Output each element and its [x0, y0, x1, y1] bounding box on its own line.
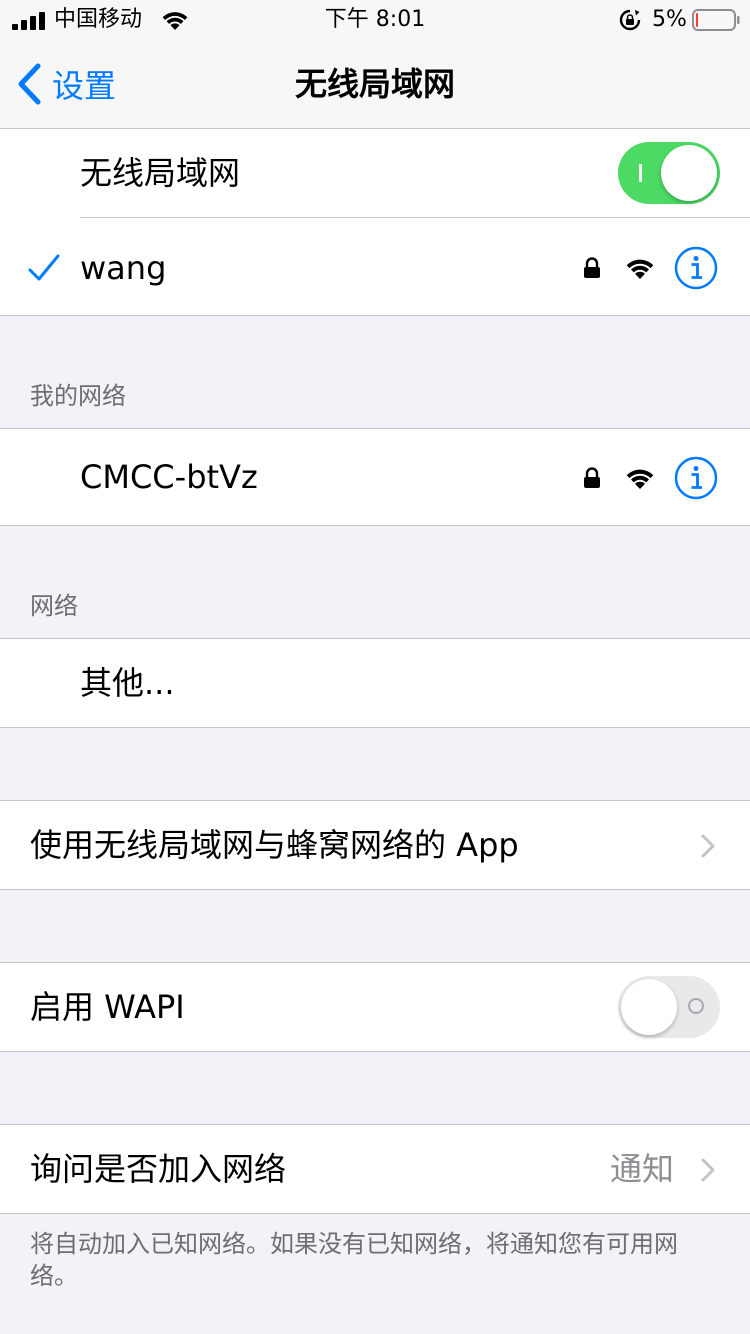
info-icon[interactable]: [674, 246, 718, 290]
section-divider: [0, 889, 750, 890]
toggle-knob: [661, 145, 717, 201]
my-networks-header: 我的网络: [30, 382, 126, 410]
wifi-icon: [626, 259, 654, 279]
wapi-toggle[interactable]: [618, 976, 720, 1038]
battery-percentage: 5%: [652, 7, 687, 32]
ask-to-join-row[interactable]: 询问是否加入网络 通知: [0, 1125, 750, 1213]
rotation-lock-icon: [619, 9, 641, 31]
network-name: CMCC-btVz: [80, 458, 258, 496]
ask-to-join-value: 通知: [610, 1150, 675, 1188]
section-divider: [0, 727, 750, 728]
wapi-label: 启用 WAPI: [30, 988, 185, 1026]
apps-row-label: 使用无线局域网与蜂窝网络的 App: [30, 826, 519, 864]
other-network-row[interactable]: 其他...: [0, 639, 750, 727]
wifi-icon: [626, 469, 654, 489]
navigation-bar: 设置 无线局域网: [0, 40, 750, 129]
toggle-knob: [621, 979, 677, 1035]
my-network-row[interactable]: CMCC-btVz: [0, 429, 750, 525]
section-divider: [0, 1213, 750, 1214]
ask-to-join-label: 询问是否加入网络: [30, 1150, 287, 1188]
other-network-label: 其他...: [80, 664, 175, 702]
lock-icon: [584, 257, 600, 278]
toggle-on-mark: [639, 164, 642, 182]
wifi-toggle-row: 无线局域网: [0, 129, 750, 217]
battery-icon: [692, 9, 740, 31]
section-divider: [0, 1051, 750, 1052]
chevron-right-icon: [701, 834, 715, 858]
connected-network-row[interactable]: wang: [0, 218, 750, 315]
lock-icon: [584, 467, 600, 488]
checkmark-icon: [28, 254, 60, 281]
info-icon[interactable]: [674, 456, 718, 500]
status-bar: 中国移动 下午 8:01 5%: [0, 0, 750, 40]
chevron-right-icon: [701, 1158, 715, 1182]
networks-header: 网络: [30, 592, 78, 620]
toggle-off-mark: [688, 998, 704, 1014]
section-divider: [0, 315, 750, 316]
wifi-toggle[interactable]: [618, 142, 720, 204]
wapi-row: 启用 WAPI: [0, 963, 750, 1051]
connected-network-name: wang: [80, 249, 167, 287]
wifi-toggle-label: 无线局域网: [80, 154, 241, 192]
apps-using-wlan-row[interactable]: 使用无线局域网与蜂窝网络的 App: [0, 801, 750, 889]
page-title: 无线局域网: [294, 65, 455, 103]
ask-to-join-footer: 将自动加入已知网络。如果没有已知网络，将通知您有可用网络。: [30, 1230, 678, 1290]
section-divider: [0, 525, 750, 526]
